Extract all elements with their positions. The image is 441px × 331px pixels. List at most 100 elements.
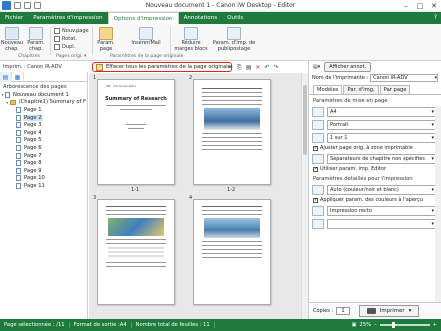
group-chapitres-label: Chapitres (18, 54, 40, 59)
section-mise-en-page: Paramètres de mise en page (313, 98, 388, 104)
use-editor-settings-checkbox[interactable]: Utiliser param. imp. Editor (309, 165, 441, 173)
tree-root[interactable]: ▾ Nouveau document 1 (0, 91, 87, 99)
pages-per-sheet-select[interactable]: 1 sur 1 ▾ (327, 132, 437, 143)
tree-page-item[interactable]: Page 3 (0, 121, 87, 129)
redo-arrow-icon[interactable]: ↷ (274, 64, 279, 71)
chapter-settings-button[interactable]: Param. chap. (26, 27, 46, 52)
print-settings-pane: ▤▾ Afficher annot. Nom de l'imprimante :… (308, 61, 441, 319)
show-annotations-button[interactable]: Afficher annot. (324, 61, 372, 72)
zoom-level: 25% (359, 322, 372, 328)
pane-title: Arborescence des pages (3, 84, 67, 90)
group-pages-label: Pages origi. ▾ (56, 54, 87, 59)
duplicate-icon (54, 43, 60, 50)
center-scrollbar[interactable] (301, 73, 308, 319)
tree-page-item[interactable]: Page 8 (0, 159, 87, 167)
page-icon (16, 106, 21, 113)
tree-page-item[interactable]: Page 7 (0, 152, 87, 160)
thumbnail-tab-icon[interactable]: ▦ (12, 72, 24, 82)
minimize-icon[interactable]: – (399, 0, 413, 12)
tree-chapter[interactable]: ▾ (Chapitre1) Summary of F (0, 99, 87, 107)
tab-options-impression[interactable]: Options d'impression (107, 12, 179, 24)
photo-image (204, 108, 260, 130)
page-icon (16, 144, 21, 151)
ribbon-tabs: Fichier Paramètres d'impression Options … (0, 12, 441, 24)
page-icon (16, 129, 21, 136)
apply-color-preview-checkbox[interactable]: Appliquer param. des couleurs à l'aperçu (309, 196, 441, 204)
rotate-icon (54, 35, 60, 42)
page-number: 4 (189, 195, 193, 201)
tab-annotations[interactable]: Annotations (179, 12, 223, 24)
tab-modeles[interactable]: Modèles (313, 85, 343, 94)
tree-page-item[interactable]: Page 4 (0, 129, 87, 137)
paper-size-icon (312, 106, 324, 117)
delete-icon[interactable]: ✕ (256, 64, 261, 71)
tab-par-img[interactable]: Par. d'img. (343, 85, 379, 94)
reduce-margins-button[interactable]: Réduire marges blocs (174, 27, 208, 52)
print-side-select[interactable]: Impression recto ▾ (327, 205, 437, 216)
page-icon (16, 122, 21, 129)
page-icon (16, 182, 21, 189)
printer-icon (366, 308, 376, 314)
undo-arrow-icon[interactable]: ↶ (265, 64, 270, 71)
new-chapter-button[interactable]: Nouveau chap. (1, 27, 23, 52)
tab-fichier[interactable]: Fichier (0, 12, 28, 24)
tab-par-page[interactable]: Par page (379, 85, 411, 94)
page-thumbnail[interactable] (193, 199, 271, 305)
page-icon (16, 167, 21, 174)
tree-page-item[interactable]: Page 10 (0, 175, 87, 183)
layout-icon (312, 132, 324, 143)
mail-merge-settings-button[interactable]: Param. d'imp. de publipostage (212, 27, 256, 52)
orientation-select[interactable]: Portrait ▾ (327, 119, 437, 130)
tree-page-item[interactable]: Page 9 (0, 167, 87, 175)
clear-settings-icon (96, 63, 103, 71)
insert-mail-button[interactable]: Insérer/Mail (128, 27, 164, 47)
print-side-icon (312, 205, 324, 216)
copies-field[interactable]: 1 (336, 307, 351, 315)
fit-printable-area-checkbox[interactable]: Ajuster page orig. à zone imprimable (309, 144, 441, 152)
title-bar: Nouveau document 1 - Canon iW Desktop - … (0, 0, 441, 12)
tree-page-item[interactable]: Page 6 (0, 144, 87, 152)
tree-page-item[interactable]: Page 2 (0, 114, 87, 122)
help-icon[interactable]: ? (434, 14, 437, 21)
page-thumbnail[interactable] (97, 199, 175, 305)
chapter-separator-select[interactable]: Séparateurs de chapitre non spécifiés ▾ (327, 153, 437, 164)
print-button[interactable]: Imprimer ▾ (359, 305, 420, 317)
tree-page-item[interactable]: Page 11 (0, 182, 87, 190)
zoom-out-icon[interactable]: – (374, 322, 377, 328)
clear-page-settings-command[interactable]: Effacer tous les paramètres de la page o… (92, 62, 232, 72)
thumb-label: 1-1 (131, 187, 140, 193)
zoom-in-icon[interactable]: + (433, 322, 437, 328)
new-chapter-icon (5, 27, 19, 40)
tree-page-item[interactable]: Page 5 (0, 137, 87, 145)
scissors-icon[interactable]: ✂ (228, 64, 233, 71)
maximize-icon[interactable]: □ (413, 0, 427, 12)
status-bar: Page sélectionnée : /11 Format de sortie… (0, 319, 441, 331)
extra-setting-select[interactable]: ▾ (327, 218, 437, 229)
new-page-button[interactable]: Nouv.page (54, 27, 89, 34)
tab-outils[interactable]: Outils (222, 12, 248, 24)
ribbon: Nouveau chap. Param. chap. Nouv.page Rot… (0, 24, 441, 61)
paste-icon[interactable]: ▤ (246, 64, 252, 71)
view-options-icon[interactable]: ▤▾ (313, 64, 320, 70)
photo-image (204, 218, 260, 238)
tree-page-item[interactable]: Page 1 (0, 106, 87, 114)
zoom-slider[interactable] (379, 322, 430, 328)
close-icon[interactable]: ✕ (427, 0, 441, 12)
thumb-label: 1-2 (227, 187, 236, 193)
fit-page-icon[interactable]: ▣ (352, 322, 357, 328)
page-number: 1 (93, 75, 97, 81)
settings-scrollbar[interactable] (435, 106, 441, 302)
paper-size-select[interactable]: A4 ▾ (327, 106, 437, 117)
page-settings-button[interactable]: Param. page (96, 27, 116, 52)
color-mode-select[interactable]: Auto (couleur/noir et blanc) ▾ (327, 184, 437, 195)
rotate-button[interactable]: Rotat. (54, 35, 77, 42)
printer-bar: Imprim. : Canon iR-ADV (3, 63, 62, 70)
page-thumbnail[interactable] (193, 79, 271, 185)
tree-view-tab-icon[interactable]: ▤ (0, 72, 12, 82)
page-thumbnails-area: 1 PM · GS Corporation Summary of Researc… (89, 73, 301, 319)
duplicate-button[interactable]: Dupl. (54, 43, 75, 50)
page-thumbnail[interactable]: PM · GS Corporation Summary of Research (97, 79, 175, 185)
printer-select[interactable]: Canon iR-ADV ▾ (370, 73, 438, 82)
tab-parametres-impression[interactable]: Paramètres d'impression (28, 12, 107, 24)
copy-icon[interactable]: ⎘ (237, 64, 242, 72)
